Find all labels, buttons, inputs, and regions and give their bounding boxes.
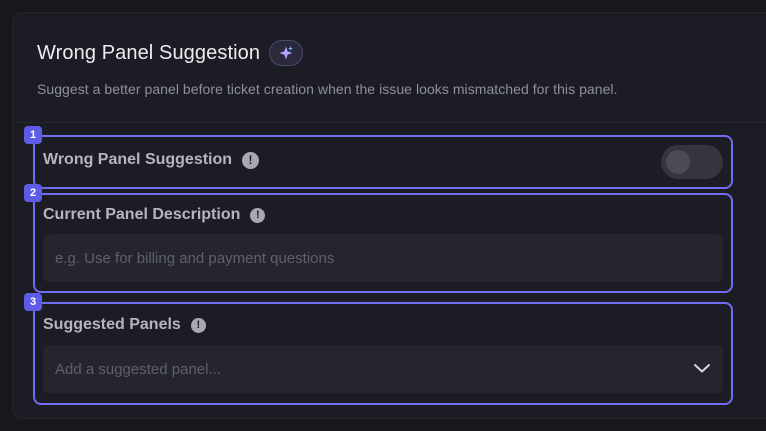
section-wrong-panel-toggle: 1 Wrong Panel Suggestion ! [24,126,733,189]
sparkle-icon [269,40,304,66]
section-label: Current Panel Description [43,206,241,223]
section-label: Suggested Panels [43,316,181,333]
toggle-knob [666,150,690,174]
info-icon[interactable]: ! [190,317,206,333]
chevron-down-icon [694,364,710,373]
label-row: Suggested Panels ! [43,316,206,334]
info-icon[interactable]: ! [242,151,260,169]
current-panel-description-input[interactable] [43,234,723,282]
section-current-panel-description: 2 Current Panel Description ! [24,184,733,293]
section-label: Wrong Panel Suggestion [43,151,233,168]
settings-card: Wrong Panel Suggestion Suggest a better … [12,12,766,419]
label-row: Current Panel Description ! [43,206,266,224]
info-icon[interactable]: ! [250,207,266,223]
step-badge: 1 [24,126,42,144]
page-description: Suggest a better panel before ticket cre… [37,81,618,97]
step-badge: 3 [24,293,42,311]
step-badge: 2 [24,184,42,202]
label-row: Wrong Panel Suggestion ! [43,151,260,169]
suggested-panels-select[interactable]: Add a suggested panel... [43,345,723,393]
wrong-panel-suggestion-toggle[interactable] [661,145,723,179]
page-title: Wrong Panel Suggestion [37,41,261,64]
select-placeholder: Add a suggested panel... [55,360,221,378]
card-header: Wrong Panel Suggestion Suggest a better … [13,13,766,123]
title-row: Wrong Panel Suggestion [37,40,304,66]
section-suggested-panels: 3 Suggested Panels ! Add a suggested pan… [24,293,733,405]
